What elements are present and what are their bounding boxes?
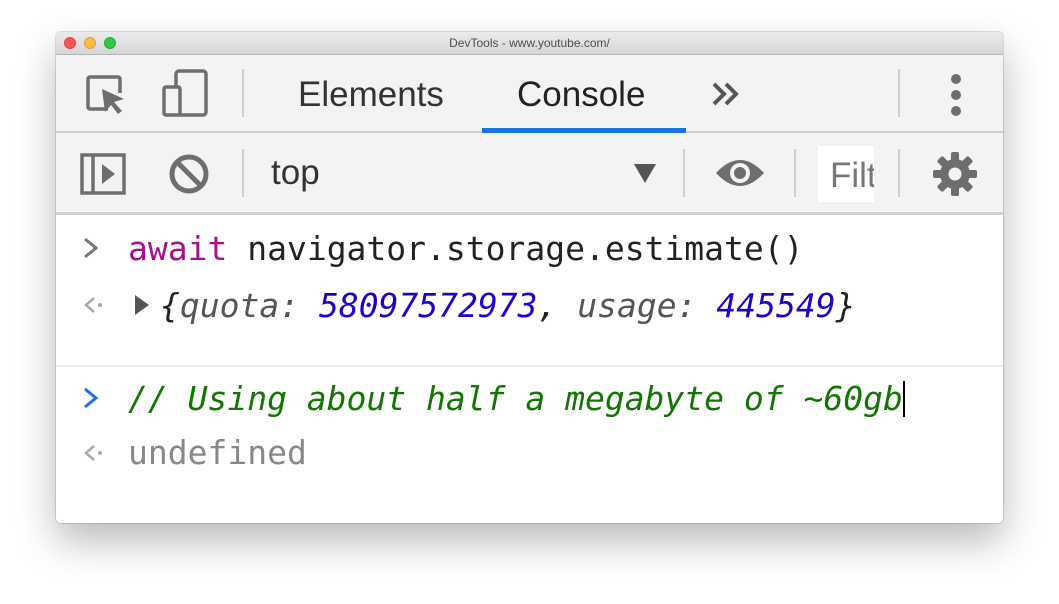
gear-icon[interactable] xyxy=(932,151,978,197)
eye-icon[interactable] xyxy=(714,155,766,191)
tab-separator xyxy=(242,69,244,117)
await-keyword: await xyxy=(128,229,228,268)
toolbar-separator xyxy=(683,149,685,197)
usage-value: 445549 xyxy=(716,286,836,325)
input-prompt-icon xyxy=(84,387,99,409)
device-toolbar-icon[interactable] xyxy=(162,69,210,119)
console-toolbar: top Filter xyxy=(56,133,1003,215)
context-selector[interactable]: top xyxy=(271,153,320,193)
input-expression: navigator.storage.estimate() xyxy=(247,229,804,268)
tab-console[interactable]: Console xyxy=(517,75,645,115)
filter-input[interactable]: Filter xyxy=(818,146,874,202)
toolbar-separator xyxy=(794,149,796,197)
inspect-element-icon[interactable] xyxy=(84,73,128,117)
clear-console-icon[interactable] xyxy=(168,153,210,195)
comma: , xyxy=(537,286,558,325)
input-prompt-icon xyxy=(84,237,99,259)
console-input-line: await navigator.storage.estimate() xyxy=(128,229,804,268)
more-vertical-icon[interactable] xyxy=(946,73,966,117)
entry-separator xyxy=(56,365,1003,367)
quota-value: 58097572973 xyxy=(318,286,538,325)
result-arrow-icon xyxy=(84,297,102,313)
comment-text: // Using about half a megabyte of ~60gb xyxy=(128,379,903,418)
quota-key: quota: xyxy=(179,286,300,325)
tab-separator xyxy=(898,69,900,117)
filter-placeholder: Filter xyxy=(830,156,874,195)
open-brace: { xyxy=(160,286,180,325)
console-output[interactable]: await navigator.storage.estimate() {quot… xyxy=(56,215,1003,523)
result-arrow-icon xyxy=(84,445,102,461)
tab-elements[interactable]: Elements xyxy=(298,75,444,115)
console-result-undefined: undefined xyxy=(128,433,307,472)
devtools-window: DevTools - www.youtube.com/ Elements Con… xyxy=(56,32,1003,523)
text-caret xyxy=(902,381,905,417)
dropdown-arrow-icon[interactable] xyxy=(634,164,656,183)
chevron-double-right-icon[interactable] xyxy=(711,79,741,109)
sidebar-toggle-icon[interactable] xyxy=(80,153,126,195)
panel-tab-bar: Elements Console xyxy=(56,55,1003,133)
close-brace: } xyxy=(835,286,856,325)
title-bar: DevTools - www.youtube.com/ xyxy=(56,32,1003,55)
console-prompt-input[interactable]: // Using about half a megabyte of ~60gb xyxy=(128,379,905,418)
window-title: DevTools - www.youtube.com/ xyxy=(449,36,610,50)
toolbar-separator xyxy=(898,149,900,197)
console-result-object[interactable]: {quota: 58097572973, usage: 445549} xyxy=(160,286,855,325)
expand-triangle-icon[interactable] xyxy=(133,293,151,317)
toolbar-separator xyxy=(242,149,244,197)
usage-key: usage: xyxy=(577,286,697,325)
